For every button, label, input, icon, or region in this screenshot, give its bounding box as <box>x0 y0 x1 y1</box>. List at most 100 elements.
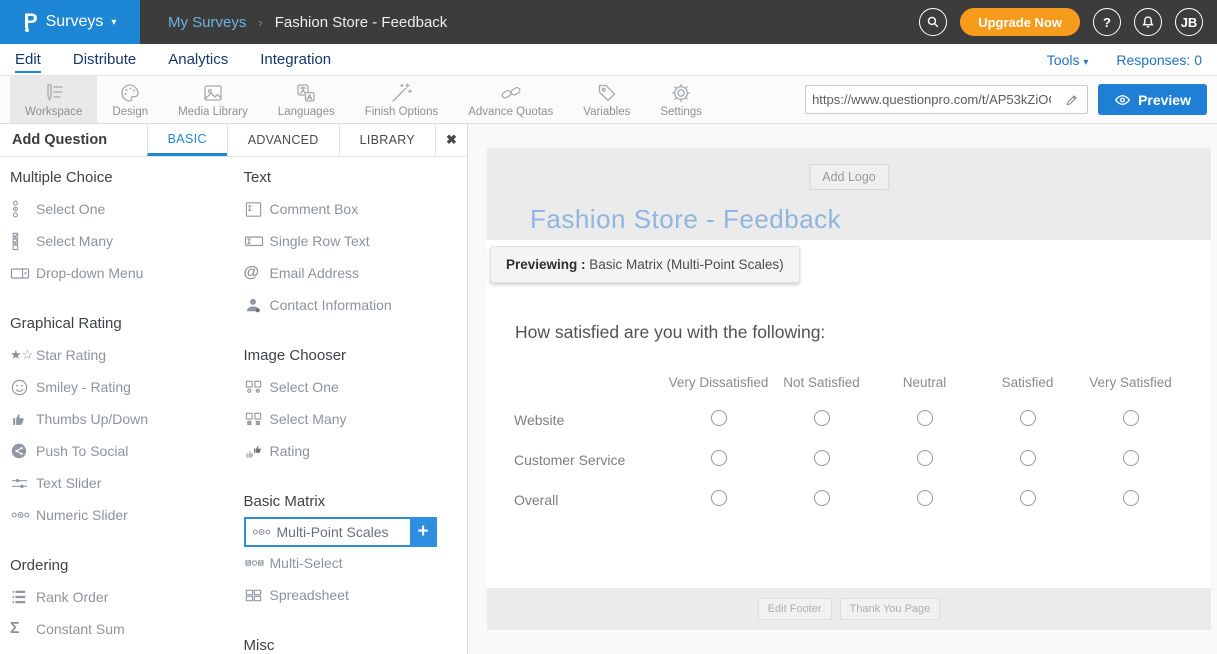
matrix-radio[interactable] <box>1020 450 1036 466</box>
add-logo-button[interactable]: Add Logo <box>809 164 889 190</box>
matrix-radio[interactable] <box>711 410 727 426</box>
matrix-radio[interactable] <box>1123 410 1139 426</box>
matrix-radio[interactable] <box>814 490 830 506</box>
matrix-cell <box>976 490 1079 511</box>
question-type-numeric-slider[interactable]: Numeric Slider <box>10 499 234 531</box>
breadcrumb-my-surveys[interactable]: My Surveys <box>168 14 246 31</box>
nav-right: Tools ▾ Responses: 0 <box>1047 52 1202 68</box>
question-type-drop-down-menu[interactable]: Drop-down Menu <box>10 257 234 289</box>
edit-footer-button[interactable]: Edit Footer <box>758 598 832 620</box>
survey-title: Fashion Store - Feedback <box>530 204 841 235</box>
section-multiple-choice: Multiple Choice <box>10 169 234 189</box>
matrix-radio[interactable] <box>1123 450 1139 466</box>
preview-button[interactable]: Preview <box>1098 84 1207 115</box>
question-type-spreadsheet[interactable]: Spreadsheet <box>244 579 468 611</box>
matrix-radio[interactable] <box>917 410 933 426</box>
question-type-select-many[interactable]: Select Many <box>10 225 234 257</box>
question-type-multi-point-scales[interactable]: Multi-Point Scales + <box>244 517 412 547</box>
product-name: Surveys <box>46 13 104 31</box>
matrix-cell <box>770 410 873 431</box>
matrix-header-row: Very DissatisfiedNot SatisfiedNeutralSat… <box>514 364 1182 400</box>
section-text: Text <box>244 169 468 189</box>
toolbar-item-workspace[interactable]: Workspace <box>10 76 97 123</box>
tools-menu[interactable]: Tools ▾ <box>1047 52 1089 68</box>
matrix-radio[interactable] <box>711 490 727 506</box>
matrix-radio[interactable] <box>1020 490 1036 506</box>
question-type-contact-information[interactable]: Contact Information <box>244 289 468 321</box>
panel-title: Add Question <box>0 124 147 156</box>
question-type-rank-order[interactable]: Rank Order <box>10 581 234 613</box>
toolbar-item-variables[interactable]: Variables <box>568 76 645 123</box>
upgrade-now-button[interactable]: Upgrade Now <box>960 8 1080 36</box>
thank-you-page-button[interactable]: Thank You Page <box>840 598 941 620</box>
question-type-single-row-text[interactable]: Single Row Text <box>244 225 468 257</box>
notifications-button[interactable] <box>1134 8 1162 36</box>
close-panel-button[interactable]: ✖ <box>435 124 467 156</box>
toolbar-item-advance-quotas[interactable]: Advance Quotas <box>453 76 568 123</box>
translate-icon <box>294 81 318 105</box>
matrix-radio[interactable] <box>917 490 933 506</box>
question-type-multi-select[interactable]: Multi-Select <box>244 547 468 579</box>
radio-stack-icon <box>10 199 36 219</box>
question-type-text-slider[interactable]: Text Slider <box>10 467 234 499</box>
matrix-radio[interactable] <box>711 450 727 466</box>
question-type-image-select-one[interactable]: Select One <box>244 371 468 403</box>
pencil-icon <box>1065 93 1079 107</box>
question-types-column-2: Text Comment Box Single Row Text <box>234 157 468 654</box>
chevron-down-icon: ▾ <box>1083 57 1088 68</box>
help-button[interactable]: ? <box>1093 8 1121 36</box>
survey-url-box <box>805 85 1088 114</box>
question-type-image-select-many[interactable]: Select Many <box>244 403 468 435</box>
tab-integration[interactable]: Integration <box>260 47 331 73</box>
tab-analytics[interactable]: Analytics <box>168 47 228 73</box>
question-type-star-rating[interactable]: ★☆ Star Rating <box>10 339 234 371</box>
matrix-radio[interactable] <box>1123 490 1139 506</box>
toolbar-item-finish-options[interactable]: Finish Options <box>350 76 454 123</box>
tab-edit[interactable]: Edit <box>15 47 41 73</box>
product-switcher[interactable]: P Surveys ▾ <box>0 0 140 44</box>
tab-distribute[interactable]: Distribute <box>73 47 136 73</box>
section-ordering: Ordering <box>10 557 234 577</box>
question-type-comment-box[interactable]: Comment Box <box>244 193 468 225</box>
matrix-cell <box>770 490 873 511</box>
matrix-row-label: Customer Service <box>514 452 667 468</box>
tab-library[interactable]: LIBRARY <box>339 124 435 156</box>
responses-count[interactable]: Responses: 0 <box>1116 52 1202 68</box>
matrix-radio[interactable] <box>917 450 933 466</box>
toolbar-item-design[interactable]: Design <box>97 76 163 123</box>
search-button[interactable] <box>919 8 947 36</box>
question-type-thumbs-up-down[interactable]: Thumbs Up/Down <box>10 403 234 435</box>
workspace-icon <box>42 81 66 105</box>
avatar[interactable]: JB <box>1175 8 1203 36</box>
question-type-constant-sum[interactable]: Σ Constant Sum <box>10 613 234 645</box>
question-type-select-one[interactable]: Select One <box>10 193 234 225</box>
tab-advanced[interactable]: ADVANCED <box>227 124 339 156</box>
question-type-smiley-rating[interactable]: Smiley - Rating <box>10 371 234 403</box>
matrix-radio[interactable] <box>814 410 830 426</box>
question-type-push-to-social[interactable]: Push To Social <box>10 435 234 467</box>
add-question-button[interactable]: + <box>410 517 437 547</box>
search-icon <box>926 15 940 29</box>
matrix-radio[interactable] <box>814 450 830 466</box>
matrix-table: Very DissatisfiedNot SatisfiedNeutralSat… <box>514 364 1182 520</box>
tab-basic[interactable]: BASIC <box>147 124 227 156</box>
question-text: How satisfied are you with the following… <box>515 322 825 343</box>
image-select-many-icon <box>244 410 270 429</box>
question-type-email-address[interactable]: @ Email Address <box>244 257 468 289</box>
toolbar-item-settings[interactable]: Settings <box>645 76 717 123</box>
question-type-image-rating[interactable]: Rating <box>244 435 468 467</box>
matrix-cell <box>873 450 976 471</box>
breadcrumb-separator-icon: › <box>258 15 262 30</box>
toolbar-item-languages[interactable]: Languages <box>263 76 350 123</box>
survey-url-input[interactable] <box>806 92 1057 107</box>
close-icon: ✖ <box>446 132 457 148</box>
matrix-body: WebsiteCustomer ServiceOverall <box>514 400 1182 520</box>
matrix-cell <box>667 410 770 431</box>
toolbar-item-media-library[interactable]: Media Library <box>163 76 263 123</box>
matrix-radio[interactable] <box>1020 410 1036 426</box>
image-icon <box>201 81 225 105</box>
question-type-drag-and-drop[interactable]: Drag and Drop <box>10 645 234 654</box>
question-mark-icon: ? <box>1103 15 1111 30</box>
section-graphical-rating: Graphical Rating <box>10 315 234 335</box>
edit-url-button[interactable] <box>1057 93 1087 107</box>
